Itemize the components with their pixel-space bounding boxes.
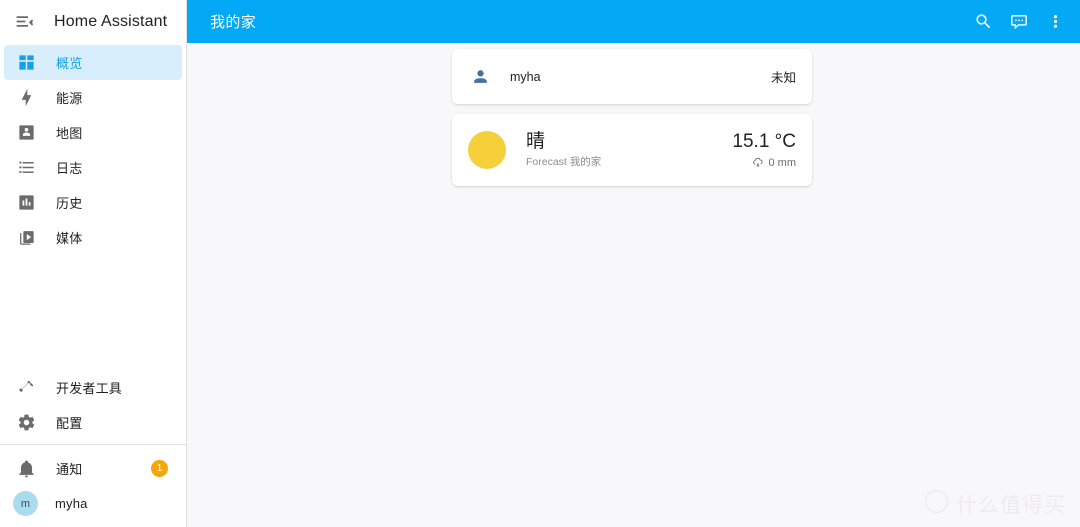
- sidebar: Home Assistant 概览 能源 地图 日志 历史 媒体 开发者工具 配…: [0, 0, 187, 527]
- sidebar-item-map[interactable]: 地图: [4, 115, 182, 150]
- sidebar-header: Home Assistant: [0, 0, 186, 43]
- weather-text-block: 晴 Forecast 我的家: [526, 131, 732, 169]
- cog-icon: [14, 411, 38, 435]
- sidebar-item-user[interactable]: m myha: [4, 486, 182, 521]
- sidebar-item-label: myha: [55, 496, 88, 511]
- sidebar-item-overview[interactable]: 概览: [4, 45, 182, 80]
- account-icon: [468, 65, 492, 89]
- dashboard-view: myha 未知 晴 Forecast 我的家 15.1 °C 0 mm 什么值得…: [187, 43, 1080, 527]
- entity-name: myha: [510, 69, 541, 84]
- notification-badge: 1: [151, 460, 168, 477]
- format-list-bulleted-icon: [14, 156, 38, 180]
- view-dashboard-icon: [14, 51, 38, 75]
- precipitation-value: 0 mm: [768, 156, 797, 169]
- sidebar-item-developer-tools[interactable]: 开发者工具: [4, 370, 182, 405]
- sidebar-item-label: 开发者工具: [56, 381, 123, 396]
- weather-rainy-icon: [752, 156, 769, 169]
- watermark-text: 什么值得买: [956, 494, 1066, 517]
- weather-precipitation: 0 mm: [732, 156, 796, 170]
- weather-temperature: 15.1 °C: [732, 130, 796, 152]
- card-column: myha 未知 晴 Forecast 我的家 15.1 °C 0 mm: [452, 49, 812, 196]
- map-marker-account-icon: [14, 121, 38, 145]
- sidebar-tools-list: 开发者工具 配置: [0, 370, 186, 440]
- menu-open-icon[interactable]: [8, 6, 40, 38]
- sidebar-item-energy[interactable]: 能源: [4, 80, 182, 115]
- entity-row[interactable]: myha 未知: [452, 49, 812, 104]
- sidebar-scroll: 概览 能源 地图 日志 历史 媒体 开发者工具 配置 通知 1 m myha: [0, 43, 186, 527]
- overflow-menu-icon[interactable]: [1038, 5, 1072, 39]
- lightning-bolt-icon: [14, 86, 38, 110]
- weather-condition: 晴: [526, 131, 546, 152]
- home-assistant-app: Home Assistant 概览 能源 地图 日志 历史 媒体 开发者工具 配…: [0, 0, 1080, 527]
- sidebar-item-configuration[interactable]: 配置: [4, 405, 182, 440]
- sidebar-item-logbook[interactable]: 日志: [4, 150, 182, 185]
- sidebar-item-history[interactable]: 历史: [4, 185, 182, 220]
- bell-icon: [14, 457, 38, 481]
- watermark: 什么值得买: [924, 489, 1066, 519]
- weather-forecast-card[interactable]: 晴 Forecast 我的家 15.1 °C 0 mm: [452, 114, 812, 186]
- entity-state[interactable]: 未知: [771, 67, 796, 86]
- main-area: 我的家 myha 未知 晴 Forecast 我的家 15.1 °C 0 mm …: [187, 0, 1080, 527]
- top-toolbar: 我的家: [187, 0, 1080, 43]
- watermark-logo: [924, 489, 949, 519]
- sidebar-main-list: 概览 能源 地图 日志 历史 媒体: [0, 43, 186, 255]
- sidebar-item-label: 地图: [56, 126, 83, 141]
- search-icon[interactable]: [966, 5, 1000, 39]
- chart-box-icon: [14, 191, 38, 215]
- sidebar-item-label: 通知: [56, 462, 83, 477]
- weather-subtitle: Forecast 我的家: [526, 156, 602, 168]
- sidebar-item-label: 媒体: [56, 231, 83, 246]
- hammer-icon: [14, 376, 38, 400]
- play-box-multiple-icon: [14, 226, 38, 250]
- entities-card: myha 未知: [452, 49, 812, 104]
- sidebar-bottom: 通知 1 m myha: [0, 445, 186, 527]
- sidebar-item-label: 概览: [56, 56, 83, 71]
- sidebar-item-label: 能源: [56, 91, 83, 106]
- sidebar-item-media[interactable]: 媒体: [4, 220, 182, 255]
- page-title: 我的家: [210, 14, 257, 31]
- sidebar-item-label: 配置: [56, 416, 83, 431]
- sidebar-item-notifications[interactable]: 通知 1: [4, 451, 182, 486]
- sunny-icon: [468, 131, 506, 169]
- assist-icon[interactable]: [1002, 5, 1036, 39]
- avatar: m: [13, 491, 38, 516]
- weather-readings: 15.1 °C 0 mm: [732, 131, 796, 170]
- sidebar-item-label: 历史: [56, 196, 83, 211]
- sidebar-item-label: 日志: [56, 161, 83, 176]
- app-title: Home Assistant: [54, 12, 168, 30]
